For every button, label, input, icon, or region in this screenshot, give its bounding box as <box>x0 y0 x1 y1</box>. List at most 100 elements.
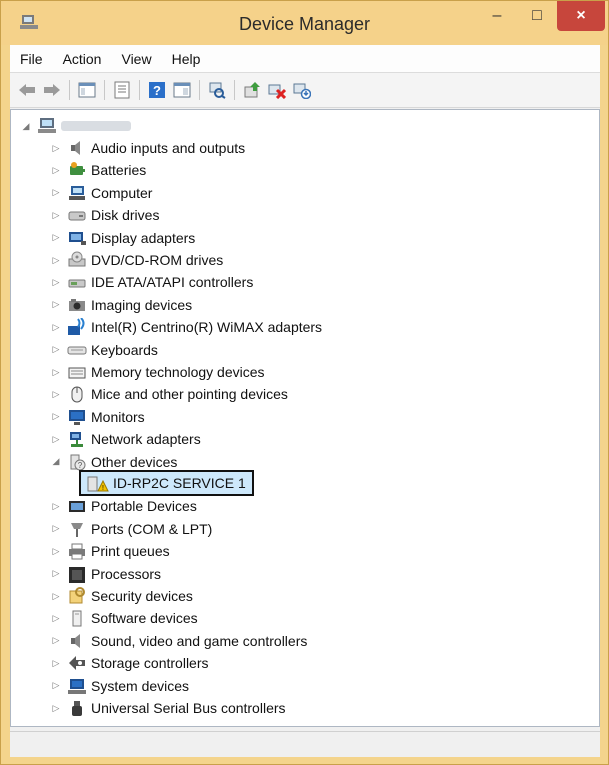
expand-arrow-icon[interactable]: ▷ <box>49 343 63 357</box>
expand-arrow-icon[interactable]: ▷ <box>49 275 63 289</box>
tree-category-ports-com-lpt[interactable]: ▷ Ports (COM & LPT) <box>49 518 212 540</box>
expand-arrow-icon[interactable]: ▷ <box>49 522 63 536</box>
wimax-icon <box>67 318 87 336</box>
tree-device-id-rp2c-service-1[interactable]: ! ID-RP2C SERVICE 1 <box>79 470 254 496</box>
expand-arrow-icon[interactable]: ▷ <box>49 231 63 245</box>
tree-category-dvd-cd-rom-drives[interactable]: ▷ DVD/CD-ROM drives <box>49 249 223 271</box>
view-icon[interactable] <box>171 79 193 101</box>
tree-category-processors[interactable]: ▷ Processors <box>49 563 161 585</box>
toolbar-separator <box>139 80 140 100</box>
dvd-drive-icon <box>67 251 87 269</box>
tree-category-network-adapters[interactable]: ▷ Network adapters <box>49 428 201 450</box>
tree-category-disk-drives[interactable]: ▷ Disk drives <box>49 204 160 226</box>
display-adapter-icon <box>67 229 87 247</box>
tree-root-computer[interactable]: ◢ <box>19 115 131 137</box>
tree-category-batteries[interactable]: ▷ Batteries <box>49 159 146 181</box>
expand-arrow-icon[interactable]: ▷ <box>49 298 63 312</box>
tree-category-print-queues[interactable]: ▷ Print queues <box>49 540 170 562</box>
system-icon <box>67 677 87 695</box>
expand-arrow-icon[interactable]: ▷ <box>49 634 63 648</box>
expand-arrow-icon[interactable]: ▷ <box>49 701 63 715</box>
title-bar[interactable]: Device Manager – □ × <box>1 1 608 45</box>
expand-arrow-icon[interactable]: ▷ <box>49 611 63 625</box>
help-icon[interactable]: ? <box>146 79 168 101</box>
tree-category-portable-devices[interactable]: ▷ Portable Devices <box>49 495 197 517</box>
tree-category-display-adapters[interactable]: ▷ Display adapters <box>49 227 196 249</box>
menu-file[interactable]: File <box>10 51 53 67</box>
tree-category-keyboards[interactable]: ▷ Keyboards <box>49 339 158 361</box>
expand-arrow-icon[interactable]: ▷ <box>49 365 63 379</box>
back-icon[interactable] <box>16 79 38 101</box>
expand-arrow-icon[interactable]: ▷ <box>49 387 63 401</box>
tree-category-label: Print queues <box>91 543 170 560</box>
expand-arrow-icon[interactable]: ▷ <box>49 320 63 334</box>
menu-view[interactable]: View <box>111 51 161 67</box>
tree-category-label: Software devices <box>91 610 198 627</box>
battery-icon <box>67 161 87 179</box>
show-hide-tree-icon[interactable] <box>76 79 98 101</box>
maximize-button[interactable]: □ <box>517 1 557 31</box>
tree-category-system-devices[interactable]: ▷ System devices <box>49 675 189 697</box>
expand-arrow-icon[interactable]: ▷ <box>49 544 63 558</box>
tree-category-audio-inputs-and-outputs[interactable]: ▷ Audio inputs and outputs <box>49 137 246 159</box>
menu-help[interactable]: Help <box>162 51 211 67</box>
tree-category-sound-video-and-game-controllers[interactable]: ▷ Sound, video and game controllers <box>49 630 308 652</box>
tree-category-computer[interactable]: ▷ Computer <box>49 182 153 204</box>
expand-arrow-icon[interactable]: ▷ <box>49 499 63 513</box>
menu-action[interactable]: Action <box>53 51 112 67</box>
device-tree: ◢ ▷ Audio inputs and outputs ▷ Batteries ▷ Co… <box>10 109 600 727</box>
menu-bar: File Action View Help <box>10 45 600 73</box>
expand-arrow-icon[interactable]: ▷ <box>49 208 63 222</box>
tree-category-software-devices[interactable]: ▷ Software devices <box>49 607 198 629</box>
forward-icon[interactable] <box>41 79 63 101</box>
tree-category-storage-controllers[interactable]: ▷ Storage controllers <box>49 652 209 674</box>
tree-category-label: Computer <box>91 184 153 201</box>
expand-arrow-icon[interactable]: ▷ <box>49 567 63 581</box>
svg-text:?: ? <box>153 83 161 98</box>
security-icon <box>67 587 87 605</box>
tree-category-label: Memory technology devices <box>91 364 265 380</box>
toolbar-separator <box>104 80 105 100</box>
camera-icon <box>67 296 87 314</box>
tree-category-universal-serial-bus-controllers[interactable]: ▷ Universal Serial Bus controllers <box>49 697 286 719</box>
expand-arrow-icon[interactable]: ▷ <box>49 163 63 177</box>
expand-arrow-icon[interactable]: ▷ <box>49 186 63 200</box>
enable-device-icon[interactable] <box>291 79 313 101</box>
expand-arrow-icon[interactable]: ▷ <box>49 679 63 693</box>
expand-arrow-icon[interactable]: ▷ <box>49 141 63 155</box>
storage-icon <box>67 654 87 672</box>
selected-device-item[interactable]: ! ID-RP2C SERVICE 1 <box>79 470 254 496</box>
collapse-arrow-icon[interactable]: ◢ <box>49 455 63 469</box>
tree-category-mice-and-other-pointing-devices[interactable]: ▷ Mice and other pointing devices <box>49 383 288 405</box>
expand-arrow-icon[interactable]: ▷ <box>49 589 63 603</box>
collapse-arrow-icon[interactable]: ◢ <box>19 119 33 133</box>
expand-arrow-icon[interactable]: ▷ <box>49 410 63 424</box>
update-driver-icon[interactable] <box>241 79 263 101</box>
tree-category-ide-ata-atapi-controllers[interactable]: ▷ IDE ATA/ATAPI controllers <box>49 271 254 293</box>
device-label: ID-RP2C SERVICE 1 <box>113 475 246 491</box>
computer-icon <box>37 117 57 135</box>
minimize-button[interactable]: – <box>477 1 517 31</box>
tree-category-intel-r-centrino-r-wimax-adapters[interactable]: ▷ Intel(R) Centrino(R) WiMAX adapters <box>49 316 322 338</box>
computer-name-blurred <box>61 121 131 131</box>
tree-category-imaging-devices[interactable]: ▷ Imaging devices <box>49 294 193 316</box>
expand-arrow-icon[interactable]: ▷ <box>49 432 63 446</box>
uninstall-icon[interactable] <box>266 79 288 101</box>
tree-category-label: Ports (COM & LPT) <box>91 520 213 537</box>
scan-hardware-icon[interactable] <box>206 79 228 101</box>
memory-icon <box>67 363 87 381</box>
close-button[interactable]: × <box>557 1 605 31</box>
tree-category-label: System devices <box>91 677 190 694</box>
keyboard-icon <box>67 341 87 359</box>
toolbar: ? <box>10 73 600 108</box>
tree-category-label: Monitors <box>91 408 145 425</box>
tree-category-memory-technology-devices[interactable]: ▷ Memory technology devices <box>49 361 265 383</box>
properties-icon[interactable] <box>111 79 133 101</box>
tree-category-label: Universal Serial Bus controllers <box>91 700 286 716</box>
expand-arrow-icon[interactable]: ▷ <box>49 656 63 670</box>
expand-arrow-icon[interactable]: ▷ <box>49 253 63 267</box>
portable-device-icon <box>67 497 87 515</box>
tree-category-label: Other devices <box>91 453 178 470</box>
tree-category-monitors[interactable]: ▷ Monitors <box>49 406 145 428</box>
tree-category-security-devices[interactable]: ▷ Security devices <box>49 585 193 607</box>
